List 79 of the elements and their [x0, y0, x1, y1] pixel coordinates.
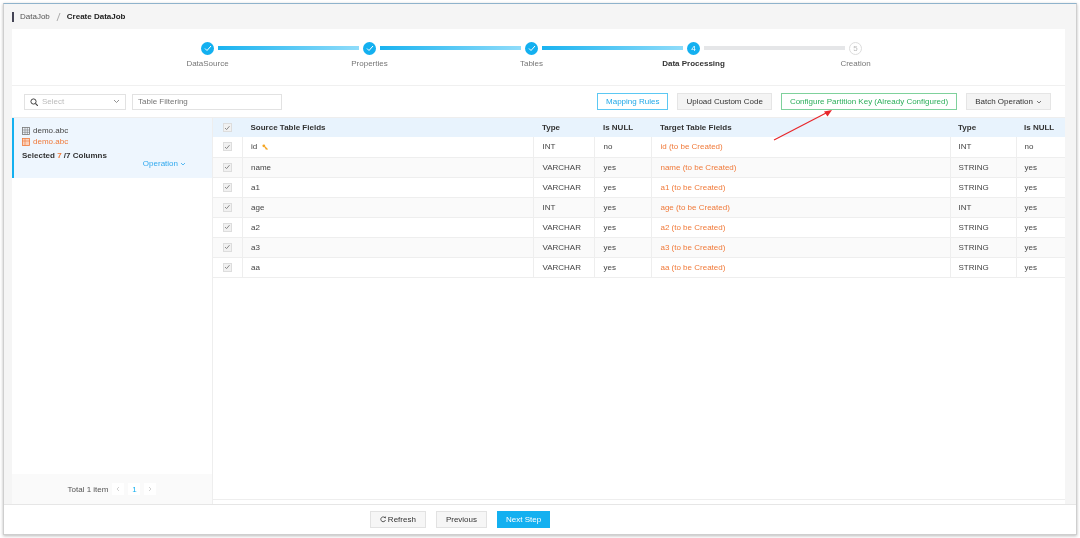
table-cell: no	[1016, 137, 1065, 157]
annotation-arrow	[772, 108, 834, 142]
table-cell: no	[594, 137, 652, 157]
table-cell: INT	[533, 197, 595, 217]
column-header: Type	[533, 118, 595, 137]
table-cell: yes	[1016, 257, 1065, 277]
step-label: Data Processing	[662, 59, 725, 68]
table-cell: id (to be Created)	[651, 137, 950, 157]
table-cell: name	[251, 162, 271, 172]
table-cell: VARCHAR	[533, 217, 595, 237]
table-cell: yes	[594, 177, 652, 197]
table-cell: STRING	[950, 177, 1016, 197]
table-cell: yes	[1016, 237, 1065, 257]
table-cell: STRING	[950, 157, 1016, 177]
step-label: Tables	[519, 59, 544, 68]
chevron-right-icon	[148, 486, 153, 492]
table-cell: yes	[1016, 177, 1065, 197]
table-cell: a2 (to be Created)	[651, 217, 950, 237]
table-cell: a3 (to be Created)	[651, 237, 950, 257]
previous-page-button[interactable]	[112, 483, 125, 495]
step-label: Creation	[840, 59, 871, 68]
chevron-down-icon	[113, 99, 120, 104]
table-cell: STRING	[950, 217, 1016, 237]
chevron-down-icon	[1036, 99, 1042, 104]
source-table-name: demo.abc	[33, 126, 69, 135]
table-cell: a1	[251, 182, 260, 192]
table-cell: id	[251, 142, 258, 152]
table-cell: yes	[1016, 157, 1065, 177]
table-cell: a1 (to be Created)	[651, 177, 950, 197]
table-cell: VARCHAR	[533, 157, 595, 177]
step-label: Properties	[351, 59, 388, 68]
table-cell: aa	[251, 262, 260, 272]
step-indicator: 4	[687, 41, 700, 55]
chevron-down-icon	[180, 161, 186, 166]
column-summary: Selected 7 /7 Columns	[22, 151, 108, 160]
breadcrumb-separator-icon	[55, 11, 61, 22]
table-cell: age	[251, 202, 265, 212]
table-cell: a3	[251, 242, 260, 252]
table-filter-field[interactable]: Table Filtering	[132, 93, 282, 110]
footer-button[interactable]: Previous	[435, 511, 487, 528]
chevron-left-icon	[116, 486, 121, 492]
column-header: Target Table Fields	[651, 118, 950, 137]
table-cell: age (to be Created)	[651, 197, 950, 217]
refresh-icon	[379, 516, 387, 523]
table-cell: VARCHAR	[533, 237, 595, 257]
column-header: Source Table Fields	[242, 118, 534, 137]
next-page-button[interactable]	[144, 483, 157, 495]
table-cell: INT	[950, 137, 1016, 157]
table-cell: name (to be Created)	[651, 157, 950, 177]
footer-button[interactable]: Refresh	[369, 511, 426, 528]
table-grid-icon	[22, 126, 30, 135]
column-header: Is NULL	[1016, 118, 1065, 137]
table-cell: a2	[251, 222, 260, 232]
table-cell: aa (to be Created)	[651, 257, 950, 277]
step-label: DataSource	[186, 59, 229, 68]
table-cell: yes	[594, 237, 652, 257]
table-grid-icon	[22, 137, 30, 146]
toolbar-button[interactable]: Upload Custom Code	[677, 93, 772, 110]
table-cell: STRING	[950, 257, 1016, 277]
column-header: Is NULL	[594, 118, 652, 137]
table-cell: VARCHAR	[533, 257, 595, 277]
table-cell: VARCHAR	[533, 177, 595, 197]
table-cell: INT	[533, 137, 595, 157]
breadcrumb-item: Create DataJob	[66, 12, 126, 21]
table-cell: yes	[1016, 217, 1065, 237]
breadcrumb-item[interactable]: DataJob	[20, 12, 50, 21]
pagination-total: Total 1 item	[67, 484, 109, 494]
table-cell: INT	[950, 197, 1016, 217]
table-cell: yes	[594, 217, 652, 237]
column-header: Type	[950, 118, 1016, 137]
table-cell: yes	[594, 157, 652, 177]
toolbar-button[interactable]: Batch Operation	[966, 93, 1051, 110]
table-list-item[interactable]: demo.abc demo.abc Selected 7 /7 Columns Operation	[12, 118, 212, 178]
target-table-name: demo.abc	[33, 137, 69, 146]
table-cell: STRING	[950, 237, 1016, 257]
table-cell: yes	[1016, 197, 1065, 217]
table-cell: yes	[594, 257, 652, 277]
table-cell: yes	[594, 197, 652, 217]
search-icon	[30, 97, 38, 106]
